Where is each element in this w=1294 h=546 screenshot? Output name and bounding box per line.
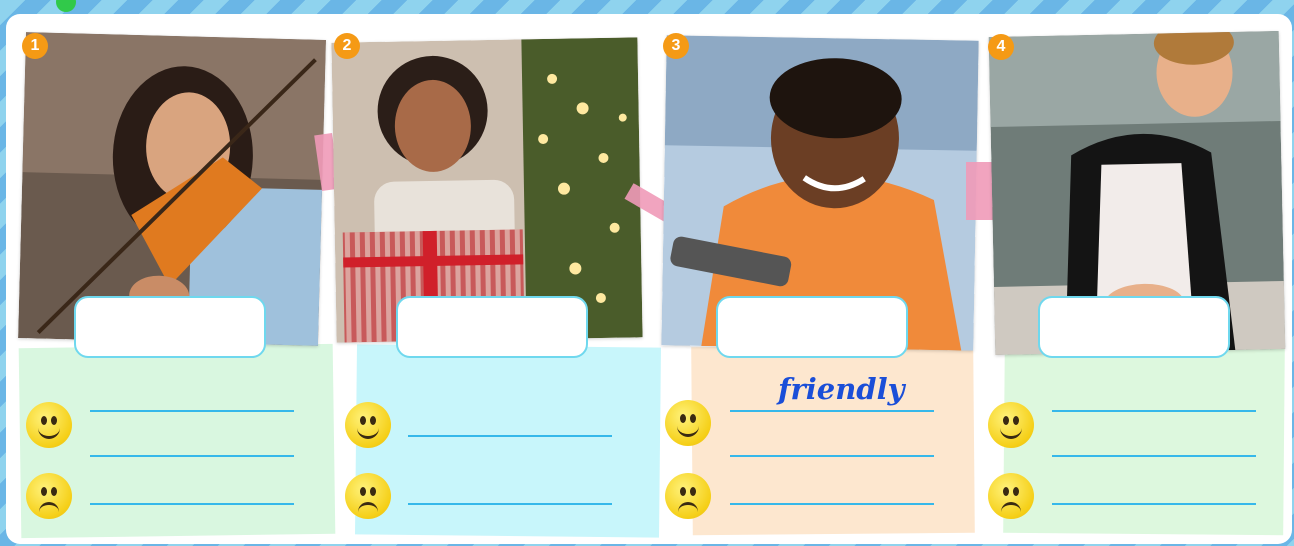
card-2-negative-line[interactable]	[408, 503, 612, 505]
card-3-label-box[interactable]	[716, 296, 908, 358]
smiling-face-icon	[26, 402, 72, 448]
smiling-face-icon	[345, 402, 391, 448]
card-4-number-badge: 4	[988, 34, 1014, 60]
card-3-negative-line[interactable]	[730, 503, 934, 505]
frowning-face-icon	[345, 473, 391, 519]
card-4-negative-line[interactable]	[1052, 503, 1256, 505]
card-4-label-box[interactable]	[1038, 296, 1230, 358]
card-1-number-badge: 1	[22, 33, 48, 59]
card-3-number-badge: 3	[663, 33, 689, 59]
frowning-face-icon	[26, 473, 72, 519]
card-1-positive-line-2[interactable]	[90, 455, 294, 457]
smiling-face-icon	[988, 402, 1034, 448]
card-1-positive-line-1[interactable]	[90, 410, 294, 412]
card-4-positive-line-2[interactable]	[1052, 455, 1256, 457]
decorative-dot	[56, 0, 76, 12]
card-4-positive-line-1[interactable]	[1052, 410, 1256, 412]
frowning-face-icon	[665, 473, 711, 519]
card-3-answer-text: friendly	[778, 372, 905, 406]
card-2-number-badge: 2	[334, 33, 360, 59]
card-4-answer-panel	[1003, 344, 1285, 536]
card-1-negative-line[interactable]	[90, 503, 294, 505]
card-2-label-box[interactable]	[396, 296, 588, 358]
card-1-label-box[interactable]	[74, 296, 266, 358]
card-3-positive-line-1[interactable]	[730, 410, 934, 412]
card-2-positive-line-1[interactable]	[408, 435, 612, 437]
card-2-answer-panel	[355, 344, 661, 538]
smiling-face-icon	[665, 400, 711, 446]
frowning-face-icon	[988, 473, 1034, 519]
card-3-positive-line-2[interactable]	[730, 455, 934, 457]
